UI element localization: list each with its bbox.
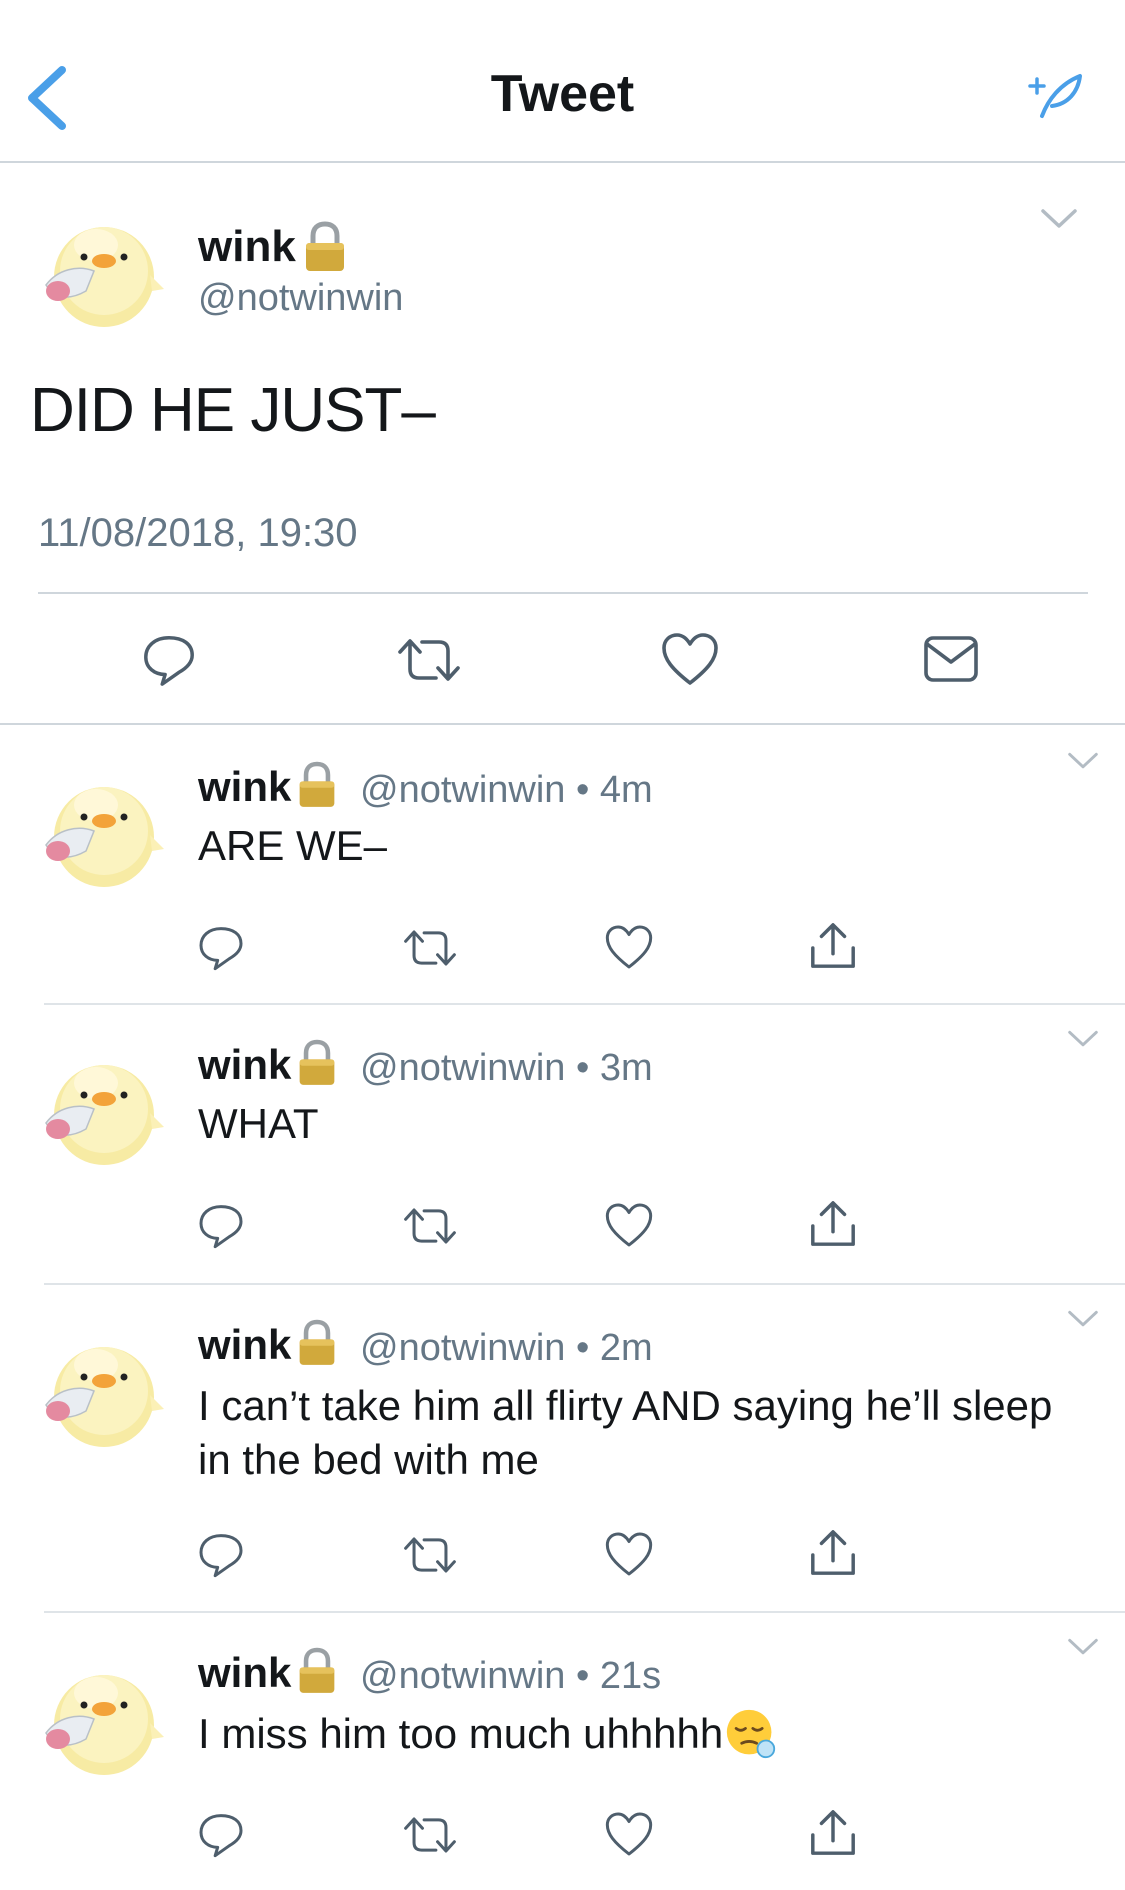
like-icon[interactable]: [604, 1810, 654, 1858]
chevron-down-icon[interactable]: [1066, 1309, 1100, 1329]
author-name[interactable]: wink: [198, 222, 296, 272]
tweet-text: ARE WE–: [198, 822, 388, 869]
retweet-icon[interactable]: [402, 1205, 458, 1247]
avatar[interactable]: [38, 1043, 168, 1173]
divider: [38, 592, 1088, 594]
avatar[interactable]: [38, 1653, 168, 1783]
retweet-icon[interactable]: [402, 1814, 458, 1856]
share-icon[interactable]: [808, 1808, 858, 1858]
author-handle-time: @notwinwin • 21s: [360, 1655, 662, 1697]
reply-icon[interactable]: [140, 630, 198, 688]
tweet-text: DID HE JUST–: [30, 376, 436, 445]
author-name[interactable]: wink: [198, 1321, 291, 1369]
lock-icon: [296, 1039, 338, 1087]
share-icon[interactable]: [808, 1528, 858, 1578]
mail-icon[interactable]: [922, 632, 980, 686]
lock-icon: [302, 221, 348, 273]
author-name[interactable]: wink: [198, 1041, 291, 1089]
chevron-down-icon[interactable]: [1066, 1637, 1100, 1657]
chevron-down-icon[interactable]: [1040, 207, 1078, 231]
retweet-icon[interactable]: [402, 927, 458, 969]
feather-compose-icon[interactable]: [1024, 70, 1084, 120]
reply-tweet[interactable]: wink @notwinwin • 4m ARE WE–: [0, 727, 1125, 1005]
page-title: Tweet: [490, 65, 635, 123]
share-icon[interactable]: [808, 921, 858, 971]
lock-icon: [296, 761, 338, 809]
tweet-timestamp: 11/08/2018, 19:30: [38, 511, 358, 555]
author-handle-time: @notwinwin • 2m: [360, 1327, 653, 1369]
author-handle[interactable]: @notwinwin: [198, 277, 403, 320]
avatar[interactable]: [38, 1325, 168, 1455]
lock-icon: [296, 1319, 338, 1367]
like-icon[interactable]: [604, 1201, 654, 1249]
reply-tweet[interactable]: wink @notwinwin • 2m I can’t take him al…: [0, 1285, 1125, 1613]
share-icon[interactable]: [808, 1199, 858, 1249]
like-icon[interactable]: [604, 1530, 654, 1578]
chevron-down-icon[interactable]: [1066, 1029, 1100, 1049]
author-name[interactable]: wink: [198, 763, 291, 811]
tweet-text: I can’t take him all flirty AND saying h…: [198, 1382, 1053, 1483]
retweet-icon[interactable]: [402, 1534, 458, 1576]
tweet-text: I miss him too much uhhhhh: [198, 1710, 724, 1757]
sleepy-face-emoji-icon: [725, 1708, 777, 1760]
reply-tweet[interactable]: wink @notwinwin • 3m WHAT: [0, 1005, 1125, 1285]
reply-icon[interactable]: [196, 1200, 246, 1250]
avatar[interactable]: [38, 205, 168, 335]
main-tweet: wink @notwinwin DID HE JUST– 11/08/2018,…: [0, 165, 1125, 725]
author-handle-time: @notwinwin • 3m: [360, 1047, 653, 1089]
reply-tweet[interactable]: wink @notwinwin • 21s I miss him too muc…: [0, 1613, 1125, 1890]
author-handle-time: @notwinwin • 4m: [360, 769, 653, 811]
tweet-text: WHAT: [198, 1100, 319, 1147]
like-icon[interactable]: [660, 630, 720, 688]
top-nav-bar: Tweet: [0, 0, 1125, 163]
retweet-icon[interactable]: [396, 635, 462, 685]
author-name[interactable]: wink: [198, 1649, 291, 1697]
reply-icon[interactable]: [196, 1809, 246, 1859]
reply-icon[interactable]: [196, 1529, 246, 1579]
lock-icon: [296, 1647, 338, 1695]
avatar[interactable]: [38, 765, 168, 895]
reply-icon[interactable]: [196, 922, 246, 972]
tweet-text-row: I miss him too much uhhhhh: [198, 1707, 1058, 1761]
chevron-down-icon[interactable]: [1066, 751, 1100, 771]
like-icon[interactable]: [604, 923, 654, 971]
